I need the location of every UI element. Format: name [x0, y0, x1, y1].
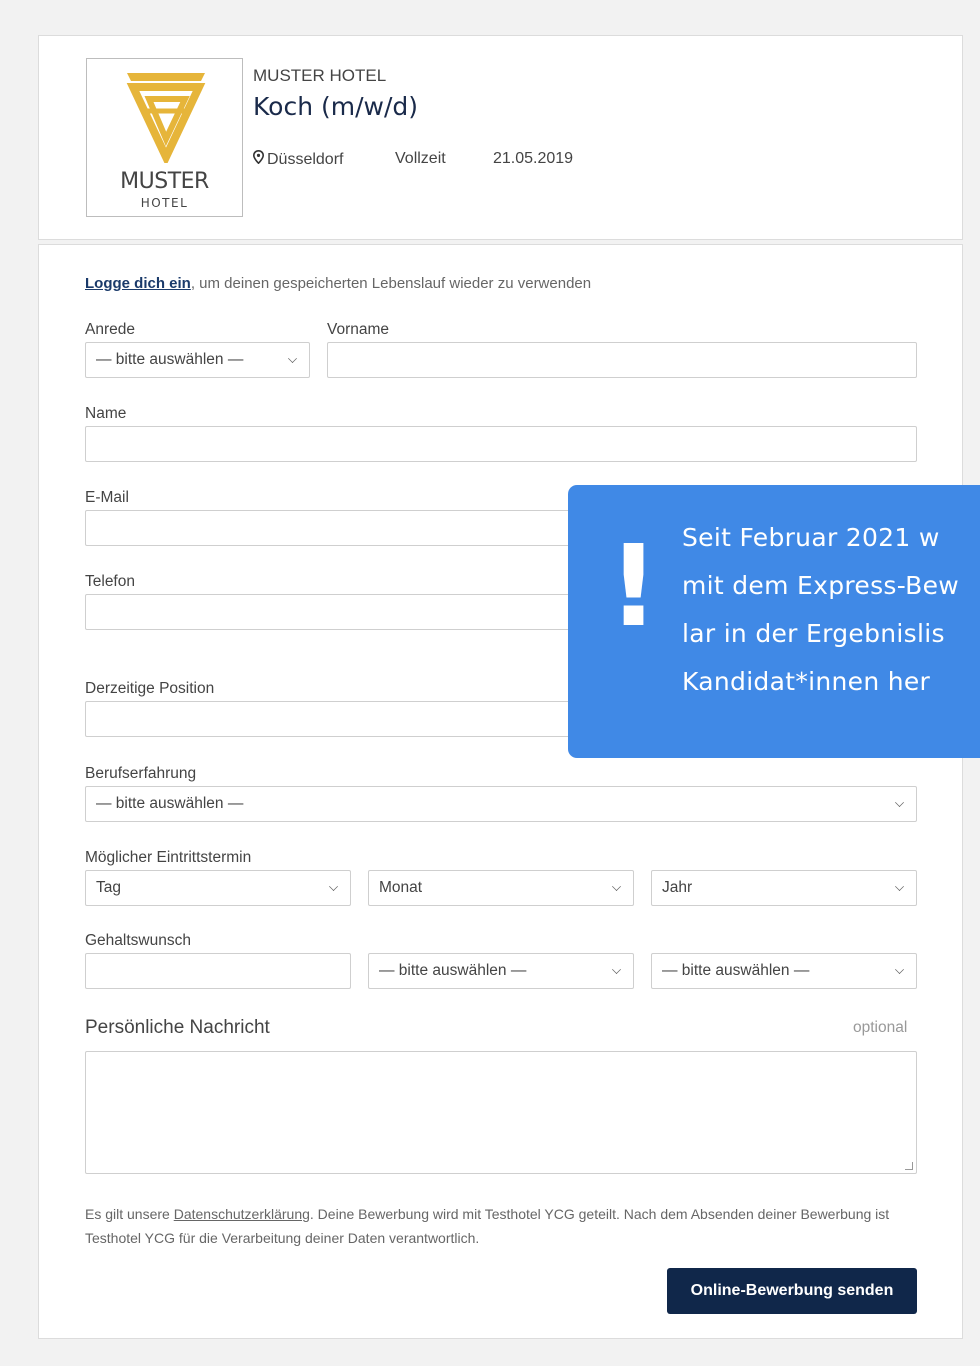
application-form-card: Logge dich ein, um deinen gespeicherten …: [38, 244, 963, 1339]
email-label: E-Mail: [85, 489, 129, 506]
privacy-policy-link[interactable]: Datenschutzerklärung: [174, 1206, 310, 1222]
gehalt-label: Gehaltswunsch: [85, 932, 191, 949]
name-input[interactable]: [85, 426, 917, 462]
nachricht-textarea[interactable]: [85, 1051, 917, 1174]
login-hint-text: , um deinen gespeicherten Lebenslauf wie…: [190, 275, 592, 292]
vorname-input[interactable]: [327, 342, 917, 378]
chevron-down-icon: [895, 882, 904, 891]
logo-wordmark: MUSTER: [120, 169, 209, 194]
chevron-down-icon: [288, 354, 297, 363]
berufserfahrung-label: Berufserfahrung: [85, 765, 197, 782]
berufserfahrung-value: — bitte auswählen —: [96, 795, 244, 812]
gehalt-input[interactable]: [85, 953, 351, 989]
location-pin-icon: [253, 150, 264, 164]
anrede-value: — bitte auswählen —: [96, 351, 244, 368]
posting-date: 21.05.2019: [493, 150, 574, 167]
eintritt-monat-value: Monat: [379, 879, 423, 896]
submit-application-button[interactable]: Online-Bewerbung senden: [667, 1268, 917, 1314]
exclamation-icon: !: [608, 522, 660, 652]
eintritt-jahr-value: Jahr: [662, 879, 693, 896]
disclaimer-prefix: Es gilt unsere: [85, 1206, 174, 1222]
job-location: Düsseldorf: [253, 150, 343, 169]
chevron-down-icon: [895, 798, 904, 807]
optional-hint: optional: [853, 1019, 908, 1036]
nachricht-label: Persönliche Nachricht: [85, 1017, 270, 1038]
anrede-label: Anrede: [85, 321, 135, 338]
company-name: MUSTER HOTEL: [253, 66, 387, 85]
chevron-down-icon: [895, 965, 904, 974]
logo-subtext: HOTEL: [140, 196, 189, 210]
login-hint: Logge dich ein, um deinen gespeicherten …: [85, 275, 591, 292]
privacy-disclaimer: Es gilt unsere Datenschutzerklärung. Dei…: [85, 1202, 925, 1250]
job-location-text: Düsseldorf: [267, 151, 344, 168]
login-link[interactable]: Logge dich ein: [85, 275, 191, 292]
hotel-logo: MUSTER HOTEL: [86, 58, 243, 217]
berufserfahrung-select[interactable]: — bitte auswählen —: [85, 786, 917, 822]
eintritt-monat-select[interactable]: Monat: [368, 870, 634, 906]
anrede-select[interactable]: — bitte auswählen —: [85, 342, 310, 378]
job-title: Koch (m/w/d): [253, 92, 419, 121]
gehalt-select1-value: — bitte auswählen —: [379, 962, 527, 979]
gehalt-select2-value: — bitte auswählen —: [662, 962, 810, 979]
gehalt-currency-select[interactable]: — bitte auswählen —: [368, 953, 634, 989]
overlay-line-1: Seit Februar 2021 w: [682, 523, 940, 552]
eintritt-jahr-select[interactable]: Jahr: [651, 870, 917, 906]
chevron-down-icon: [329, 882, 338, 891]
chevron-down-icon: [612, 965, 621, 974]
eintritt-tag-value: Tag: [96, 879, 121, 896]
resize-handle-icon[interactable]: [905, 1162, 913, 1170]
eintritt-tag-select[interactable]: Tag: [85, 870, 351, 906]
overlay-line-3: lar in der Ergebnislis: [682, 619, 945, 648]
eintritt-label: Möglicher Eintrittstermin: [85, 849, 252, 866]
hotel-logo-emblem-icon: [126, 73, 206, 163]
gehalt-period-select[interactable]: — bitte auswählen —: [651, 953, 917, 989]
employment-type: Vollzeit: [395, 150, 446, 167]
chevron-down-icon: [612, 882, 621, 891]
overlay-line-2: mit dem Express-Bew: [682, 571, 960, 600]
vorname-label: Vorname: [327, 321, 390, 338]
name-label: Name: [85, 405, 127, 422]
telefon-label: Telefon: [85, 573, 135, 590]
info-overlay: ! Seit Februar 2021 w mit dem Express-Be…: [568, 485, 980, 758]
overlay-line-4: Kandidat*innen her: [682, 667, 931, 696]
position-label: Derzeitige Position: [85, 680, 215, 697]
job-header-card: MUSTER HOTEL MUSTER HOTEL Koch (m/w/d) D…: [38, 35, 963, 240]
